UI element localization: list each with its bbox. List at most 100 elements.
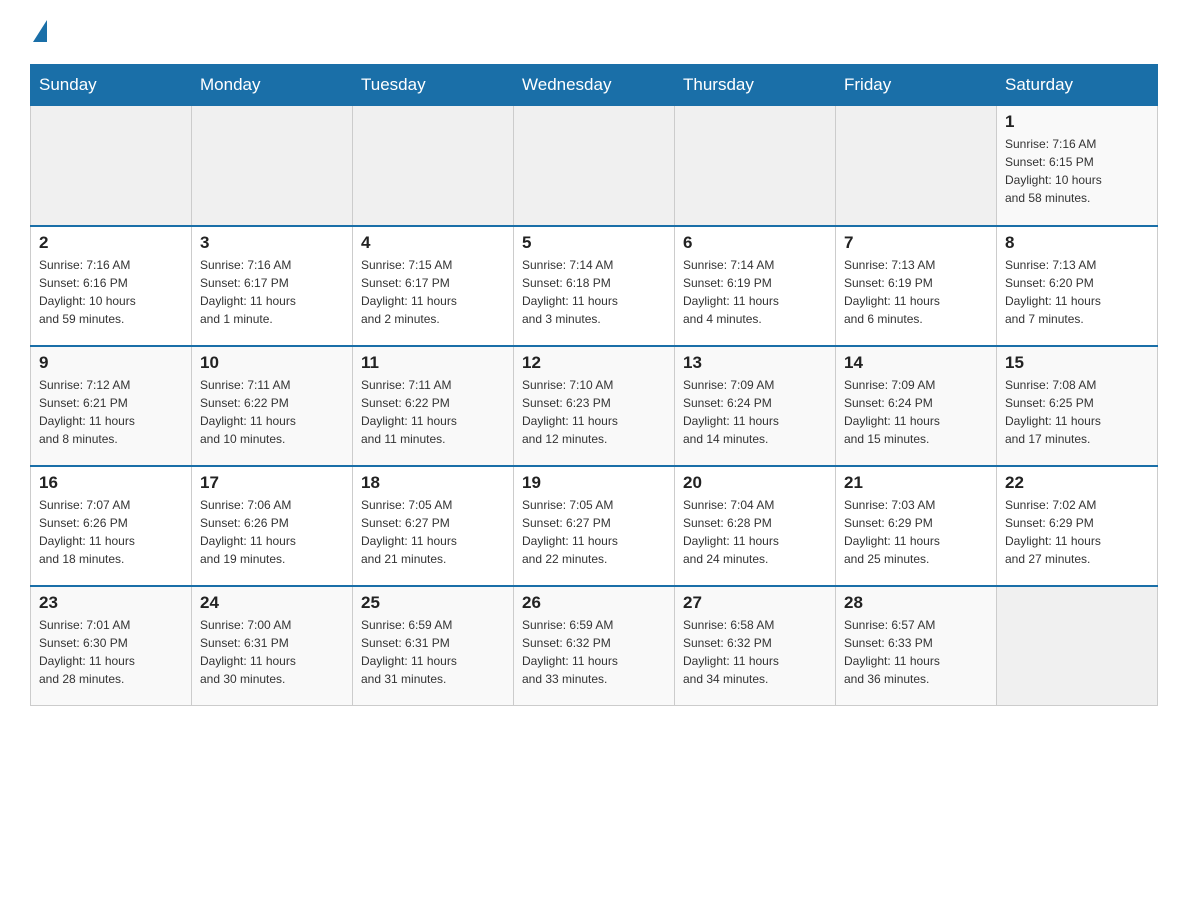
table-row: 23 Sunrise: 7:01 AM Sunset: 6:30 PM Dayli… bbox=[31, 586, 192, 706]
table-row: 25Sunrise: 6:59 AM Sunset: 6:31 PM Dayli… bbox=[353, 586, 514, 706]
day-number: 26 bbox=[522, 593, 666, 613]
day-number: 1 bbox=[1005, 112, 1149, 132]
day-number: 14 bbox=[844, 353, 988, 373]
day-number: 4 bbox=[361, 233, 505, 253]
header-thursday: Thursday bbox=[675, 65, 836, 106]
day-info: Sunrise: 7:02 AM Sunset: 6:29 PM Dayligh… bbox=[1005, 496, 1149, 568]
table-row: 6 Sunrise: 7:14 AM Sunset: 6:19 PM Daylig… bbox=[675, 226, 836, 346]
table-row: 28 Sunrise: 6:57 AM Sunset: 6:33 PM Dayli… bbox=[836, 586, 997, 706]
day-info: Sunrise: 7:05 AM Sunset: 6:27 PM Dayligh… bbox=[361, 496, 505, 568]
day-number: 28 bbox=[844, 593, 988, 613]
day-info: Sunrise: 7:16 AM Sunset: 6:15 PM Dayligh… bbox=[1005, 135, 1149, 207]
table-row: 5 Sunrise: 7:14 AM Sunset: 6:18 PM Daylig… bbox=[514, 226, 675, 346]
day-info: Sunrise: 7:12 AM Sunset: 6:21 PM Dayligh… bbox=[39, 376, 183, 448]
calendar-week-row: 1 Sunrise: 7:16 AM Sunset: 6:15 PM Daylig… bbox=[31, 106, 1158, 226]
day-info: Sunrise: 7:04 AM Sunset: 6:28 PM Dayligh… bbox=[683, 496, 827, 568]
calendar-week-row: 23 Sunrise: 7:01 AM Sunset: 6:30 PM Dayli… bbox=[31, 586, 1158, 706]
day-number: 2 bbox=[39, 233, 183, 253]
day-number: 27 bbox=[683, 593, 827, 613]
table-row: 1 Sunrise: 7:16 AM Sunset: 6:15 PM Daylig… bbox=[997, 106, 1158, 226]
calendar-week-row: 16 Sunrise: 7:07 AM Sunset: 6:26 PM Dayli… bbox=[31, 466, 1158, 586]
day-info: Sunrise: 7:13 AM Sunset: 6:20 PM Dayligh… bbox=[1005, 256, 1149, 328]
day-number: 3 bbox=[200, 233, 344, 253]
day-number: 19 bbox=[522, 473, 666, 493]
page-header bbox=[30, 20, 1158, 44]
day-info: Sunrise: 7:16 AM Sunset: 6:17 PM Dayligh… bbox=[200, 256, 344, 328]
day-info: Sunrise: 7:06 AM Sunset: 6:26 PM Dayligh… bbox=[200, 496, 344, 568]
table-row: 27 Sunrise: 6:58 AM Sunset: 6:32 PM Dayli… bbox=[675, 586, 836, 706]
table-row bbox=[997, 586, 1158, 706]
day-info: Sunrise: 7:09 AM Sunset: 6:24 PM Dayligh… bbox=[683, 376, 827, 448]
day-number: 16 bbox=[39, 473, 183, 493]
day-number: 18 bbox=[361, 473, 505, 493]
table-row: 12 Sunrise: 7:10 AM Sunset: 6:23 PM Dayli… bbox=[514, 346, 675, 466]
day-number: 17 bbox=[200, 473, 344, 493]
day-info: Sunrise: 7:14 AM Sunset: 6:18 PM Dayligh… bbox=[522, 256, 666, 328]
table-row: 22 Sunrise: 7:02 AM Sunset: 6:29 PM Dayli… bbox=[997, 466, 1158, 586]
table-row: 16 Sunrise: 7:07 AM Sunset: 6:26 PM Dayli… bbox=[31, 466, 192, 586]
table-row: 11Sunrise: 7:11 AM Sunset: 6:22 PM Dayli… bbox=[353, 346, 514, 466]
table-row: 13 Sunrise: 7:09 AM Sunset: 6:24 PM Dayli… bbox=[675, 346, 836, 466]
table-row: 21 Sunrise: 7:03 AM Sunset: 6:29 PM Dayli… bbox=[836, 466, 997, 586]
table-row: 20 Sunrise: 7:04 AM Sunset: 6:28 PM Dayli… bbox=[675, 466, 836, 586]
day-info: Sunrise: 7:05 AM Sunset: 6:27 PM Dayligh… bbox=[522, 496, 666, 568]
table-row: 2Sunrise: 7:16 AM Sunset: 6:16 PM Daylig… bbox=[31, 226, 192, 346]
header-friday: Friday bbox=[836, 65, 997, 106]
day-info: Sunrise: 7:08 AM Sunset: 6:25 PM Dayligh… bbox=[1005, 376, 1149, 448]
day-info: Sunrise: 7:00 AM Sunset: 6:31 PM Dayligh… bbox=[200, 616, 344, 688]
header-saturday: Saturday bbox=[997, 65, 1158, 106]
day-info: Sunrise: 7:13 AM Sunset: 6:19 PM Dayligh… bbox=[844, 256, 988, 328]
day-number: 12 bbox=[522, 353, 666, 373]
day-number: 9 bbox=[39, 353, 183, 373]
day-number: 7 bbox=[844, 233, 988, 253]
table-row: 14 Sunrise: 7:09 AM Sunset: 6:24 PM Dayli… bbox=[836, 346, 997, 466]
day-info: Sunrise: 7:10 AM Sunset: 6:23 PM Dayligh… bbox=[522, 376, 666, 448]
day-info: Sunrise: 6:59 AM Sunset: 6:32 PM Dayligh… bbox=[522, 616, 666, 688]
header-tuesday: Tuesday bbox=[353, 65, 514, 106]
logo bbox=[30, 20, 47, 44]
table-row: 17 Sunrise: 7:06 AM Sunset: 6:26 PM Dayli… bbox=[192, 466, 353, 586]
day-number: 5 bbox=[522, 233, 666, 253]
table-row bbox=[192, 106, 353, 226]
day-info: Sunrise: 7:03 AM Sunset: 6:29 PM Dayligh… bbox=[844, 496, 988, 568]
day-info: Sunrise: 7:11 AM Sunset: 6:22 PM Dayligh… bbox=[200, 376, 344, 448]
day-number: 10 bbox=[200, 353, 344, 373]
day-number: 13 bbox=[683, 353, 827, 373]
table-row: 19 Sunrise: 7:05 AM Sunset: 6:27 PM Dayli… bbox=[514, 466, 675, 586]
day-number: 8 bbox=[1005, 233, 1149, 253]
header-sunday: Sunday bbox=[31, 65, 192, 106]
day-number: 22 bbox=[1005, 473, 1149, 493]
day-info: Sunrise: 6:59 AM Sunset: 6:31 PM Dayligh… bbox=[361, 616, 505, 688]
day-number: 6 bbox=[683, 233, 827, 253]
logo-triangle-icon bbox=[33, 20, 47, 42]
table-row: 18 Sunrise: 7:05 AM Sunset: 6:27 PM Dayli… bbox=[353, 466, 514, 586]
day-info: Sunrise: 7:07 AM Sunset: 6:26 PM Dayligh… bbox=[39, 496, 183, 568]
table-row: 8 Sunrise: 7:13 AM Sunset: 6:20 PM Daylig… bbox=[997, 226, 1158, 346]
table-row bbox=[353, 106, 514, 226]
day-info: Sunrise: 7:09 AM Sunset: 6:24 PM Dayligh… bbox=[844, 376, 988, 448]
day-number: 21 bbox=[844, 473, 988, 493]
day-number: 24 bbox=[200, 593, 344, 613]
table-row: 15Sunrise: 7:08 AM Sunset: 6:25 PM Dayli… bbox=[997, 346, 1158, 466]
day-number: 23 bbox=[39, 593, 183, 613]
table-row bbox=[514, 106, 675, 226]
day-info: Sunrise: 7:01 AM Sunset: 6:30 PM Dayligh… bbox=[39, 616, 183, 688]
header-monday: Monday bbox=[192, 65, 353, 106]
weekday-header-row: Sunday Monday Tuesday Wednesday Thursday… bbox=[31, 65, 1158, 106]
day-info: Sunrise: 6:57 AM Sunset: 6:33 PM Dayligh… bbox=[844, 616, 988, 688]
day-info: Sunrise: 7:15 AM Sunset: 6:17 PM Dayligh… bbox=[361, 256, 505, 328]
header-wednesday: Wednesday bbox=[514, 65, 675, 106]
calendar-week-row: 2Sunrise: 7:16 AM Sunset: 6:16 PM Daylig… bbox=[31, 226, 1158, 346]
calendar-table: Sunday Monday Tuesday Wednesday Thursday… bbox=[30, 64, 1158, 706]
calendar-week-row: 9 Sunrise: 7:12 AM Sunset: 6:21 PM Daylig… bbox=[31, 346, 1158, 466]
table-row: 4 Sunrise: 7:15 AM Sunset: 6:17 PM Daylig… bbox=[353, 226, 514, 346]
table-row: 9 Sunrise: 7:12 AM Sunset: 6:21 PM Daylig… bbox=[31, 346, 192, 466]
day-number: 20 bbox=[683, 473, 827, 493]
table-row: 7 Sunrise: 7:13 AM Sunset: 6:19 PM Daylig… bbox=[836, 226, 997, 346]
table-row: 24 Sunrise: 7:00 AM Sunset: 6:31 PM Dayli… bbox=[192, 586, 353, 706]
table-row: 10 Sunrise: 7:11 AM Sunset: 6:22 PM Dayli… bbox=[192, 346, 353, 466]
table-row bbox=[675, 106, 836, 226]
day-info: Sunrise: 6:58 AM Sunset: 6:32 PM Dayligh… bbox=[683, 616, 827, 688]
day-info: Sunrise: 7:14 AM Sunset: 6:19 PM Dayligh… bbox=[683, 256, 827, 328]
table-row: 26 Sunrise: 6:59 AM Sunset: 6:32 PM Dayli… bbox=[514, 586, 675, 706]
